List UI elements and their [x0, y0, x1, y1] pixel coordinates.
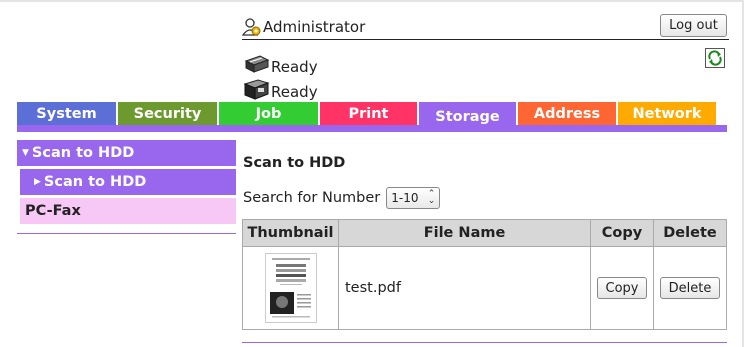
- delete-cell: Delete: [653, 246, 727, 330]
- tab-print[interactable]: Print: [320, 102, 417, 125]
- search-number-select[interactable]: 1-10 ⌃ ⌄: [386, 187, 441, 209]
- column-header-file-name: File Name: [338, 219, 591, 247]
- page-title: Scan to HDD: [243, 155, 346, 171]
- header-divider: [242, 39, 729, 40]
- column-header-copy: Copy: [590, 219, 654, 247]
- tab-security[interactable]: Security: [118, 102, 217, 125]
- document-thumbnail-image: [269, 258, 311, 318]
- scanner-icon: [243, 79, 270, 100]
- file-thumbnail[interactable]: [264, 253, 317, 323]
- table-row: test.pdf Copy Delete: [242, 246, 727, 330]
- printer-status-text: Ready: [271, 58, 318, 76]
- select-value: 1-10: [391, 191, 419, 205]
- file-table: Thumbnail File Name Copy Delete test.pdf…: [242, 219, 727, 330]
- submenu-item-label: Scan to HDD: [43, 174, 147, 190]
- frame-top-border: [0, 0, 744, 2]
- admin-user-icon: [242, 18, 261, 36]
- column-header-thumbnail: Thumbnail: [242, 219, 339, 247]
- file-name: test.pdf: [345, 280, 401, 296]
- column-header-delete: Delete: [653, 219, 727, 247]
- tab-job[interactable]: Job: [219, 102, 318, 125]
- menu-item-label: PC-Fax: [25, 203, 81, 219]
- user-name: Administrator: [263, 18, 366, 36]
- content-bottom-divider: [242, 342, 727, 343]
- bullet-triangle-icon: ▶: [34, 177, 41, 187]
- tab-system[interactable]: System: [17, 102, 116, 125]
- printer-icon: [244, 55, 270, 73]
- copy-cell: Copy: [590, 246, 654, 330]
- file-name-cell: test.pdf: [338, 246, 591, 330]
- tab-network[interactable]: Network: [618, 102, 716, 125]
- refresh-icon: [708, 50, 722, 66]
- select-arrows-icon: ⌃ ⌄: [427, 189, 436, 206]
- scanner-status-text: Ready: [271, 83, 318, 101]
- search-row: Search for Number 1-10 ⌃ ⌄: [243, 186, 441, 210]
- tab-underline: [17, 125, 727, 132]
- side-menu: ▼ Scan to HDD ▶ Scan to HDD PC-Fax: [17, 140, 236, 227]
- scanner-status: Ready: [242, 78, 318, 100]
- menu-item-scan-to-hdd[interactable]: ▼ Scan to HDD: [17, 140, 236, 166]
- submenu-item-scan-to-hdd[interactable]: ▶ Scan to HDD: [20, 169, 236, 195]
- refresh-button[interactable]: [705, 48, 725, 68]
- main-tabs: System Security Job Print Storage Addres…: [17, 102, 716, 131]
- tab-address[interactable]: Address: [518, 102, 616, 125]
- search-label: Search for Number: [243, 190, 381, 206]
- menu-item-pc-fax[interactable]: PC-Fax: [20, 198, 236, 224]
- printer-status: Ready: [242, 53, 318, 75]
- menu-item-label: Scan to HDD: [31, 145, 135, 161]
- thumbnail-cell: [242, 246, 339, 330]
- expanded-triangle-icon: ▼: [22, 148, 29, 158]
- user-info: Administrator: [242, 16, 365, 38]
- delete-button[interactable]: Delete: [659, 277, 721, 299]
- logout-button[interactable]: Log out: [660, 14, 727, 37]
- menu-divider: [17, 233, 236, 234]
- copy-button[interactable]: Copy: [596, 277, 648, 299]
